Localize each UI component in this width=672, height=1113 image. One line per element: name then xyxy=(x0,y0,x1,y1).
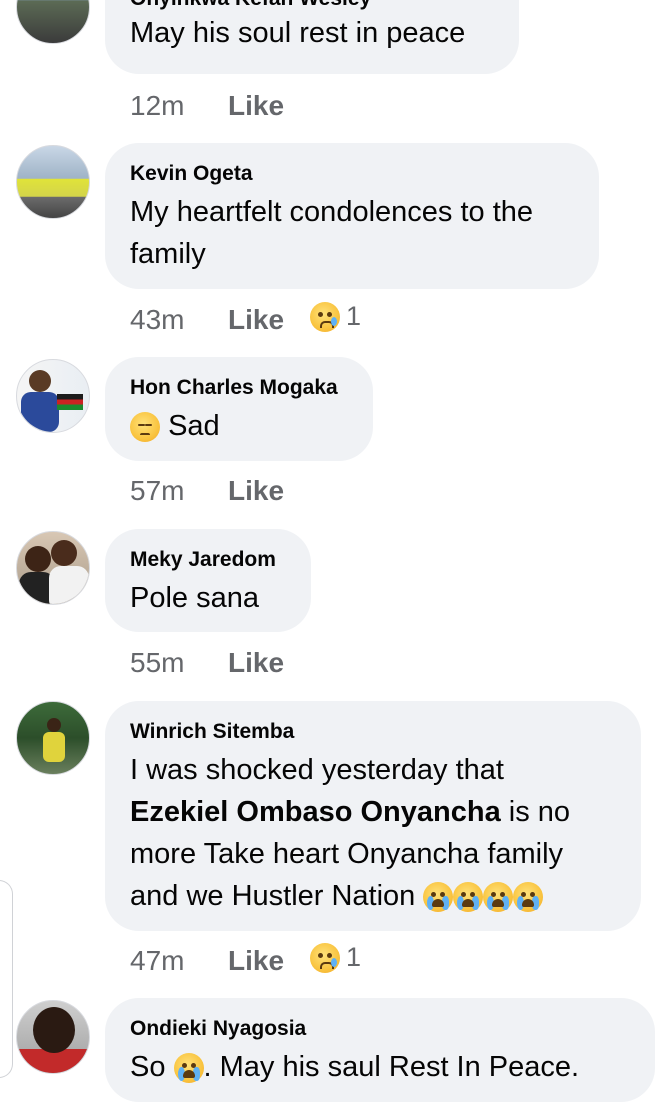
comment-text-line: I was shocked yesterday that xyxy=(130,754,504,786)
commenter-name[interactable]: Winrich Sitemba xyxy=(130,719,615,745)
timestamp: 57m xyxy=(130,475,185,506)
comment-text: Sad xyxy=(130,405,347,447)
comment-meta: 43m Like xyxy=(130,304,284,336)
comment-text: Pole sana xyxy=(130,582,259,614)
comment-text-line: My heartfelt condolences to the xyxy=(130,196,534,228)
comment-text-line: is no xyxy=(500,796,571,828)
like-button[interactable]: Like xyxy=(228,945,284,976)
loudly-crying-face-icon xyxy=(423,882,454,913)
comment-text-part: . May his saul Rest In Peace. xyxy=(203,1051,580,1083)
comment-text: So . May his saul Rest In Peace. xyxy=(130,1046,629,1088)
comment-bubble[interactable]: Meky Jaredom Pole sana xyxy=(105,529,311,632)
avatar[interactable] xyxy=(16,0,90,44)
comment-bubble[interactable]: Ondieki Nyagosia So . May his saul Rest … xyxy=(105,998,655,1102)
comment-text-word: Sad xyxy=(168,410,220,442)
sad-crying-face-icon xyxy=(310,301,340,332)
overlay-card-edge xyxy=(0,880,13,1078)
loudly-crying-face-icon xyxy=(513,882,544,913)
comment-text-line: family xyxy=(130,238,206,270)
commenter-name[interactable]: Kevin Ogeta xyxy=(130,161,573,187)
commenter-name[interactable]: Ondieki Nyagosia xyxy=(130,1016,629,1042)
comment-text: My heartfelt condolences to the family xyxy=(130,191,573,275)
comment-meta: 57m Like xyxy=(130,475,284,507)
avatar[interactable] xyxy=(16,701,90,775)
avatar[interactable] xyxy=(16,359,90,433)
mention-link[interactable]: Ezekiel Ombaso Onyancha xyxy=(130,796,501,828)
comment-bubble[interactable]: Winrich Sitemba I was shocked yesterday … xyxy=(105,701,641,931)
reaction-summary[interactable]: 1 xyxy=(310,301,361,332)
like-button[interactable]: Like xyxy=(228,304,284,335)
comment-bubble[interactable]: Hon Charles Mogaka Sad xyxy=(105,357,373,461)
comment-text: I was shocked yesterday that Ezekiel Omb… xyxy=(130,749,615,917)
timestamp: 55m xyxy=(130,647,185,678)
pensive-face-icon xyxy=(130,412,160,443)
avatar[interactable] xyxy=(16,1000,90,1074)
loudly-crying-face-icon xyxy=(483,882,514,913)
commenter-name[interactable]: Hon Charles Mogaka xyxy=(130,375,347,401)
comment-text-part: So xyxy=(130,1051,174,1083)
comment-meta: 12m Like xyxy=(130,90,284,122)
sad-crying-face-icon xyxy=(310,942,340,973)
like-button[interactable]: Like xyxy=(228,475,284,506)
reaction-count: 1 xyxy=(346,301,362,331)
timestamp: 12m xyxy=(130,90,185,121)
comment-meta: 47m Like xyxy=(130,945,284,977)
comment-text: May his soul rest in peace xyxy=(130,17,466,49)
comment-bubble[interactable]: Onyinkwa Kefah Wesley May his soul rest … xyxy=(105,0,519,74)
commenter-name[interactable]: Meky Jaredom xyxy=(130,547,285,573)
timestamp: 47m xyxy=(130,945,185,976)
loudly-crying-face-icon xyxy=(173,1053,204,1084)
commenter-name[interactable]: Onyinkwa Kefah Wesley xyxy=(130,0,493,12)
like-button[interactable]: Like xyxy=(228,647,284,678)
timestamp: 43m xyxy=(130,304,185,335)
reaction-count: 1 xyxy=(346,942,362,972)
comment-meta: 55m Like xyxy=(130,647,284,679)
loudly-crying-face-icon xyxy=(453,882,484,913)
comment-bubble[interactable]: Kevin Ogeta My heartfelt condolences to … xyxy=(105,143,599,289)
like-button[interactable]: Like xyxy=(228,90,284,121)
comment-text-line: and we Hustler Nation xyxy=(130,880,416,912)
avatar[interactable] xyxy=(16,145,90,219)
comment-text-line: more Take heart Onyancha family xyxy=(130,838,564,870)
reaction-summary[interactable]: 1 xyxy=(310,942,361,973)
avatar[interactable] xyxy=(16,531,90,605)
